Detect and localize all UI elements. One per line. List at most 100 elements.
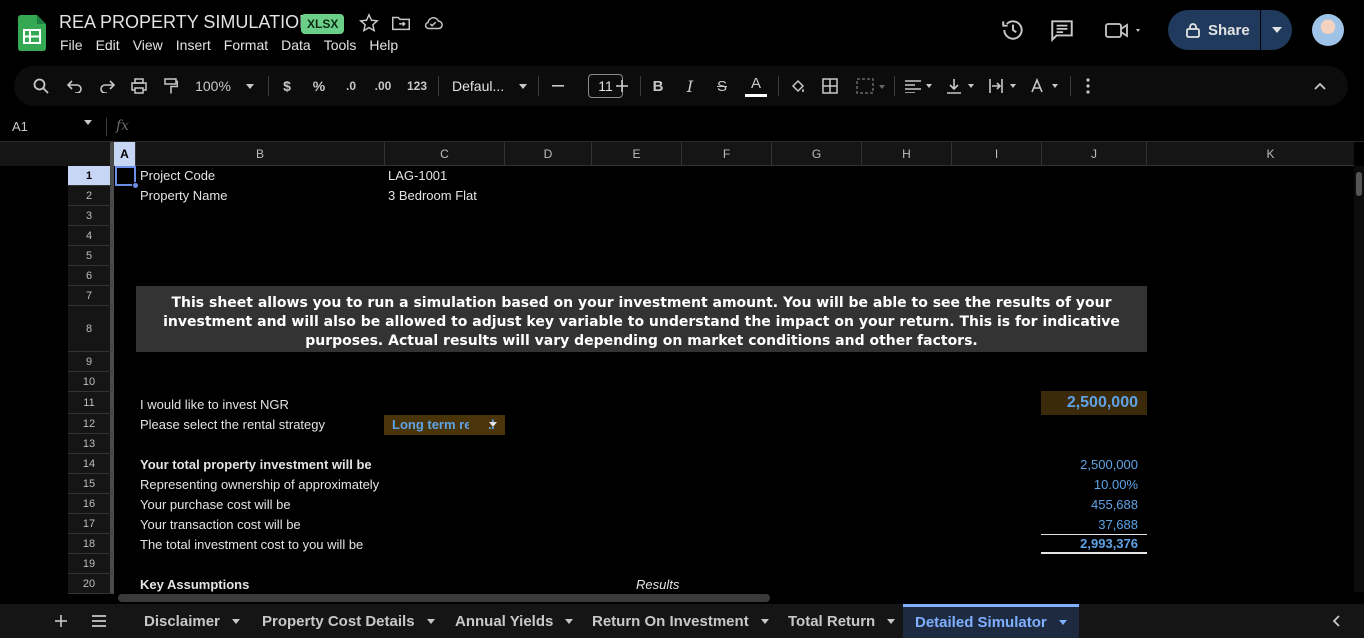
- text-rotation-icon[interactable]: [1026, 66, 1064, 106]
- fill-color-icon[interactable]: [786, 66, 810, 106]
- vertical-scroll-thumb[interactable]: [1356, 172, 1362, 196]
- strikethrough-button[interactable]: S: [712, 66, 732, 106]
- tab-caret-icon[interactable]: [760, 618, 769, 624]
- invest-amount-label[interactable]: I would like to invest NGR: [140, 397, 289, 412]
- meet-video-icon[interactable]: [1104, 17, 1144, 43]
- property-name-value[interactable]: 3 Bedroom Flat: [388, 188, 477, 203]
- tab-disclaimer[interactable]: Disclaimer: [144, 604, 240, 638]
- tab-caret-icon[interactable]: [887, 618, 896, 624]
- increase-font-size-button[interactable]: [612, 66, 632, 106]
- menu-insert[interactable]: Insert: [176, 37, 211, 53]
- paint-format-icon[interactable]: [158, 66, 184, 106]
- total-investment-label[interactable]: Your total property investment will be: [140, 457, 372, 472]
- spreadsheet-grid[interactable]: A B C D E F G H I J K 1 2 3 4 5 6 7 8 9 …: [0, 142, 1364, 596]
- invest-amount-input[interactable]: 2,500,000: [1041, 391, 1147, 415]
- row-header-12[interactable]: 12: [68, 414, 114, 434]
- row-header-10[interactable]: 10: [68, 372, 114, 392]
- simulation-notice[interactable]: This sheet allows you to run a simulatio…: [136, 286, 1147, 352]
- column-header-j[interactable]: J: [1042, 142, 1147, 166]
- key-assumptions-heading[interactable]: Key Assumptions: [140, 577, 249, 592]
- ownership-label[interactable]: Representing ownership of approximately: [140, 477, 379, 492]
- column-header-g[interactable]: G: [772, 142, 862, 166]
- increase-decimal-button[interactable]: .00: [370, 66, 396, 106]
- horizontal-scroll-thumb[interactable]: [118, 594, 770, 602]
- search-menus-icon[interactable]: [28, 66, 54, 106]
- percent-format-button[interactable]: %: [308, 66, 330, 106]
- column-header-f[interactable]: F: [682, 142, 772, 166]
- row-header-1[interactable]: 1: [68, 166, 114, 186]
- results-heading[interactable]: Results: [636, 577, 679, 592]
- menu-help[interactable]: Help: [369, 37, 398, 53]
- menu-tools[interactable]: Tools: [324, 37, 357, 53]
- row-header-11[interactable]: 11: [68, 392, 114, 414]
- menu-file[interactable]: File: [60, 37, 83, 53]
- row-header-8[interactable]: 8: [68, 306, 114, 352]
- vertical-align-icon[interactable]: [942, 66, 980, 106]
- decrease-font-size-button[interactable]: [548, 66, 568, 106]
- tab-annual-yields[interactable]: Annual Yields: [455, 604, 574, 638]
- name-box-chevron-icon[interactable]: [84, 120, 92, 125]
- row-header-18[interactable]: 18: [68, 534, 114, 554]
- ownership-value[interactable]: 10.00%: [1041, 477, 1138, 492]
- column-header-i[interactable]: I: [952, 142, 1042, 166]
- rental-strategy-dropdown[interactable]: Long term rental: [384, 415, 505, 435]
- number-format-button[interactable]: 123: [404, 66, 430, 106]
- comments-icon[interactable]: [1049, 17, 1075, 43]
- decrease-decimal-button[interactable]: .0: [340, 66, 362, 106]
- row-header-5[interactable]: 5: [68, 246, 114, 266]
- move-folder-icon[interactable]: [390, 12, 412, 34]
- menu-edit[interactable]: Edit: [96, 37, 120, 53]
- tab-total-return[interactable]: Total Return: [788, 604, 896, 638]
- borders-icon[interactable]: [818, 66, 842, 106]
- tab-caret-icon[interactable]: [1058, 620, 1067, 625]
- tab-caret-icon[interactable]: [565, 618, 574, 624]
- column-header-d[interactable]: D: [505, 142, 592, 166]
- version-history-icon[interactable]: [1000, 17, 1026, 43]
- zoom-chevron-icon[interactable]: [242, 66, 258, 106]
- purchase-cost-label[interactable]: Your purchase cost will be: [140, 497, 291, 512]
- vertical-scrollbar[interactable]: [1354, 166, 1364, 596]
- row-header-3[interactable]: 3: [68, 206, 114, 226]
- transaction-cost-label[interactable]: Your transaction cost will be: [140, 517, 301, 532]
- row-header-16[interactable]: 16: [68, 494, 114, 514]
- more-options-icon[interactable]: [1076, 66, 1100, 106]
- column-header-b[interactable]: B: [136, 142, 385, 166]
- bold-button[interactable]: B: [648, 66, 668, 106]
- star-icon[interactable]: [358, 12, 380, 34]
- row-header-13[interactable]: 13: [68, 434, 114, 454]
- project-code-label[interactable]: Project Code: [140, 168, 215, 183]
- column-header-k[interactable]: K: [1147, 142, 1364, 166]
- menu-view[interactable]: View: [133, 37, 163, 53]
- menu-data[interactable]: Data: [281, 37, 311, 53]
- total-cost-value[interactable]: 2,993,376: [1041, 536, 1138, 551]
- text-color-button[interactable]: A: [744, 66, 768, 106]
- total-cost-label[interactable]: The total investment cost to you will be: [140, 537, 363, 552]
- row-header-19[interactable]: 19: [68, 554, 114, 574]
- collapse-toolbar-icon[interactable]: [1308, 66, 1332, 106]
- sheets-logo-icon[interactable]: [18, 15, 46, 51]
- tab-caret-icon[interactable]: [426, 618, 435, 624]
- tab-return-on-investment[interactable]: Return On Investment: [592, 604, 769, 638]
- row-header-15[interactable]: 15: [68, 474, 114, 494]
- total-investment-value[interactable]: 2,500,000: [1041, 457, 1138, 472]
- all-sheets-button[interactable]: [88, 604, 110, 638]
- tab-caret-icon[interactable]: [231, 618, 240, 624]
- select-all-corner[interactable]: [0, 142, 114, 166]
- column-header-e[interactable]: E: [592, 142, 682, 166]
- row-header-9[interactable]: 9: [68, 352, 114, 372]
- horizontal-scrollbar[interactable]: [114, 592, 1364, 604]
- scroll-tabs-left-button[interactable]: [1328, 604, 1344, 638]
- avatar[interactable]: [1312, 14, 1344, 46]
- document-title[interactable]: REA PROPERTY SIMULATION: [59, 12, 312, 33]
- name-box[interactable]: A1: [12, 119, 28, 134]
- column-header-c[interactable]: C: [385, 142, 505, 166]
- text-wrapping-icon[interactable]: [984, 66, 1022, 106]
- italic-button[interactable]: I: [680, 66, 700, 106]
- row-header-7[interactable]: 7: [68, 286, 114, 306]
- print-icon[interactable]: [126, 66, 152, 106]
- undo-icon[interactable]: [62, 66, 88, 106]
- column-header-h[interactable]: H: [862, 142, 952, 166]
- row-header-17[interactable]: 17: [68, 514, 114, 534]
- share-button[interactable]: Share: [1168, 10, 1260, 50]
- transaction-cost-value[interactable]: 37,688: [1041, 517, 1138, 532]
